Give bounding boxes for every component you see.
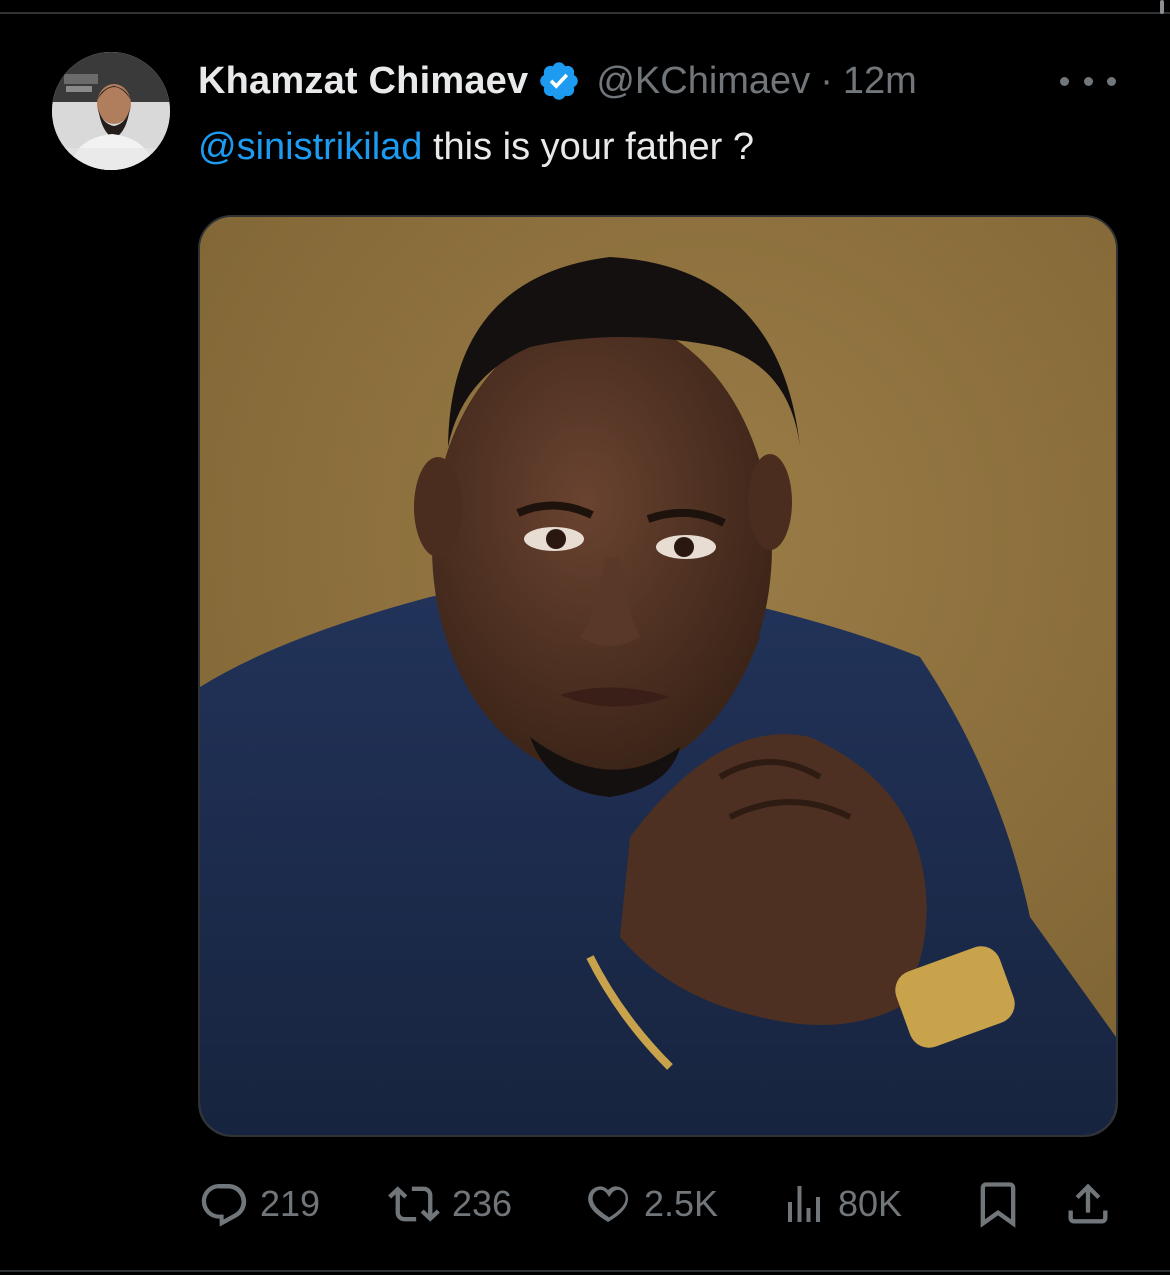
avatar[interactable] (52, 52, 170, 170)
verified-badge-icon[interactable] (536, 58, 582, 104)
reply-bubble-icon (201, 1183, 247, 1227)
views-count: 80K (838, 1183, 903, 1224)
like-button[interactable]: 2.5K (582, 1172, 718, 1236)
bookmark-button[interactable] (972, 1172, 1024, 1236)
repost-button[interactable]: 236 (386, 1172, 512, 1236)
meta-separator: · (820, 59, 833, 102)
heart-icon (588, 1186, 629, 1222)
author-handle[interactable]: @KChimaev (596, 60, 810, 103)
author-display-name[interactable]: Khamzat Chimaev (198, 60, 528, 103)
bottom-divider (0, 1270, 1170, 1272)
repost-count: 236 (452, 1183, 513, 1224)
more-dot (1083, 76, 1093, 86)
tweet-page: Khamzat Chimaev @KChimaev · 12m @sinistr… (0, 0, 1170, 1275)
reply-button[interactable]: 219 (198, 1172, 320, 1236)
tweet-timestamp[interactable]: 12m (843, 60, 917, 103)
top-divider (0, 12, 1170, 14)
like-count: 2.5K (644, 1183, 719, 1224)
action-bar: 219 236 2.5K 80K (198, 1172, 1118, 1236)
tweet-header: Khamzat Chimaev @KChimaev · 12m (198, 56, 917, 106)
bar-chart-icon (788, 1186, 820, 1222)
more-dot (1107, 76, 1116, 86)
tweet-text: @sinistrikilad this is your father ? (198, 120, 754, 174)
repost-arrows-icon (388, 1186, 440, 1222)
avatar-image (52, 52, 170, 170)
views-button[interactable]: 80K (780, 1172, 902, 1236)
share-upload-icon (1068, 1183, 1108, 1224)
mention-link[interactable]: @sinistrikilad (198, 126, 422, 168)
more-options-button[interactable] (1060, 66, 1116, 96)
bookmark-icon (980, 1182, 1016, 1228)
portrait-photo (200, 217, 1116, 1135)
tweet-media-image[interactable] (198, 215, 1118, 1137)
share-button[interactable] (1062, 1172, 1114, 1236)
scrollbar-thumb[interactable] (1160, 0, 1164, 14)
reply-count: 219 (260, 1183, 321, 1224)
more-horizontal-icon (1060, 76, 1069, 86)
tweet-body-text: this is your father ? (422, 126, 754, 168)
